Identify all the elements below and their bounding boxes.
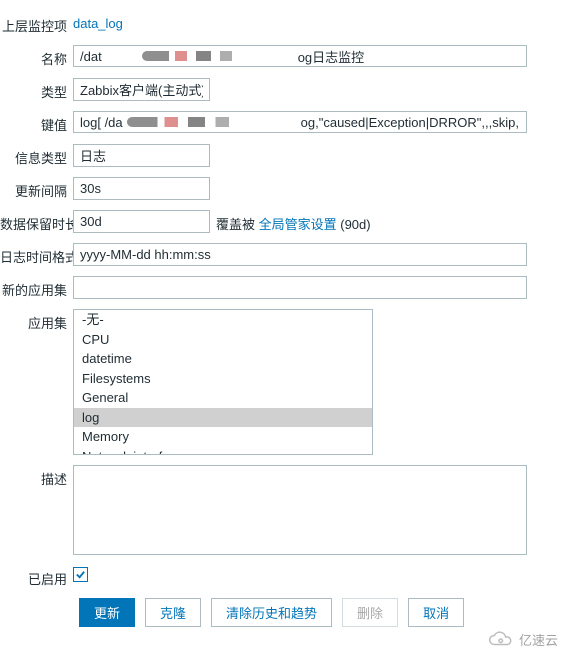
- appset-option[interactable]: log: [74, 408, 372, 428]
- history-hint: 覆盖被 全局管家设置 (90d): [216, 210, 371, 233]
- row-history: 数据保留时长 覆盖被 全局管家设置 (90d): [0, 210, 566, 233]
- type-select[interactable]: [73, 78, 210, 101]
- row-key: 键值 log[ /da og,"caused|Exception|DRROR",…: [0, 111, 566, 134]
- appset-option[interactable]: Network interfaces: [74, 447, 372, 455]
- appset-list[interactable]: -无-CPUdatetimeFilesystemsGenerallogMemor…: [73, 309, 373, 455]
- row-enabled: 已启用: [0, 565, 566, 588]
- history-input[interactable]: [73, 210, 210, 233]
- cloud-icon: [485, 631, 515, 649]
- clear-history-button[interactable]: 清除历史和趋势: [211, 598, 332, 627]
- label-parent: 上层监控项: [0, 12, 73, 35]
- row-appset: 应用集 -无-CPUdatetimeFilesystemsGenerallogM…: [0, 309, 566, 455]
- row-description: 描述: [0, 465, 566, 555]
- label-interval: 更新间隔: [0, 177, 73, 200]
- appset-option[interactable]: Memory: [74, 427, 372, 447]
- label-type: 类型: [0, 78, 73, 101]
- label-info-type: 信息类型: [0, 144, 73, 167]
- check-icon: [75, 569, 86, 580]
- new-appset-input[interactable]: [73, 276, 527, 299]
- logfmt-input[interactable]: [73, 243, 527, 266]
- global-override-link[interactable]: 全局管家设置: [259, 217, 337, 232]
- appset-option[interactable]: datetime: [74, 349, 372, 369]
- info-type-select[interactable]: [73, 144, 210, 167]
- appset-option[interactable]: General: [74, 388, 372, 408]
- label-appset: 应用集: [0, 309, 73, 332]
- description-input[interactable]: [73, 465, 527, 555]
- redaction: [142, 51, 292, 61]
- button-bar: 更新 克隆 清除历史和趋势 删除 取消: [79, 598, 566, 627]
- interval-input[interactable]: [73, 177, 210, 200]
- cancel-button[interactable]: 取消: [408, 598, 464, 627]
- parent-link[interactable]: data_log: [73, 16, 123, 31]
- appset-option[interactable]: Filesystems: [74, 369, 372, 389]
- name-input[interactable]: /dat og日志监控: [73, 45, 527, 67]
- label-history: 数据保留时长: [0, 210, 73, 233]
- label-description: 描述: [0, 465, 73, 488]
- row-logfmt: 日志时间格式: [0, 243, 566, 266]
- label-enabled: 已启用: [0, 565, 73, 588]
- row-type: 类型: [0, 78, 566, 101]
- watermark-text: 亿速云: [519, 630, 558, 649]
- key-input[interactable]: log[ /da og,"caused|Exception|DRROR",,,s…: [73, 111, 527, 133]
- appset-option[interactable]: -无-: [74, 310, 372, 330]
- row-name: 名称 /dat og日志监控: [0, 45, 566, 68]
- delete-button: 删除: [342, 598, 398, 627]
- clone-button[interactable]: 克隆: [145, 598, 201, 627]
- label-new-appset: 新的应用集: [0, 276, 73, 299]
- row-parent: 上层监控项 data_log: [0, 12, 566, 35]
- redaction: [127, 117, 297, 127]
- enabled-checkbox[interactable]: [73, 567, 88, 582]
- item-form: 上层监控项 data_log 名称 /dat og日志监控 类型 键值 log[…: [0, 0, 566, 627]
- label-name: 名称: [0, 45, 73, 68]
- row-info-type: 信息类型: [0, 144, 566, 167]
- label-logfmt: 日志时间格式: [0, 243, 73, 266]
- watermark: 亿速云: [485, 630, 558, 649]
- update-button[interactable]: 更新: [79, 598, 135, 627]
- row-new-appset: 新的应用集: [0, 276, 566, 299]
- label-key: 键值: [0, 111, 73, 134]
- appset-option[interactable]: CPU: [74, 330, 372, 350]
- row-interval: 更新间隔: [0, 177, 566, 200]
